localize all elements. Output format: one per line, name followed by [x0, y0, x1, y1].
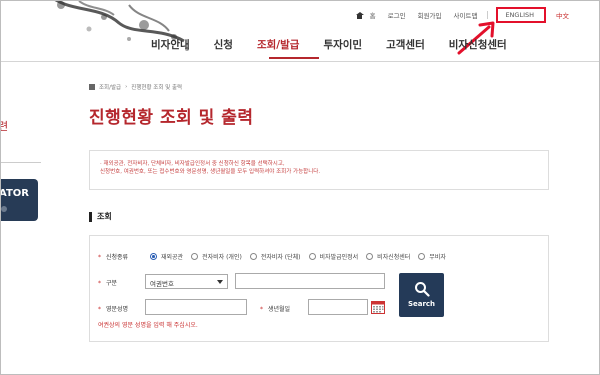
chevron-right-icon: ›	[125, 84, 128, 90]
radio-visa-certificate[interactable]: 비자발급인정서	[308, 252, 358, 261]
main-nav: 비자안내 신청 조회/발급 투자이민 고객센터 비자신청센터	[151, 37, 507, 52]
page-title: 진행현황 조회 및 출력	[89, 108, 254, 128]
search-form: * 신청종류 재외공관 전자비자 (개인) 전자비자 (단체) 비자발급인정서 비…	[89, 235, 549, 342]
active-nav-indicator	[269, 57, 319, 59]
english-link[interactable]: ENGLISH	[496, 7, 546, 23]
home-icon[interactable]	[89, 84, 95, 90]
type-label: * 신청종류	[98, 254, 129, 261]
section-title: 조회	[89, 211, 112, 222]
nav-inquiry[interactable]: 조회/발급	[257, 37, 299, 52]
dob-input[interactable]	[308, 299, 368, 315]
radio-evisa-individual[interactable]: 전자비자 (개인)	[191, 252, 242, 261]
search-button-label: Search	[407, 300, 436, 308]
type-radio-group: 재외공관 전자비자 (개인) 전자비자 (단체) 비자발급인정서 비자신청센터 …	[150, 252, 454, 261]
breadcrumb-item: 진행현황 조회 및 출력	[131, 85, 183, 91]
breadcrumb-item[interactable]: 조회/발급	[99, 83, 121, 91]
notice-line: 신청번호, 여권번호, 또는 접수번호와 영문성명, 생년월일을 모두 입력하셔…	[100, 169, 321, 175]
nav-visa-info[interactable]: 비자안내	[151, 37, 190, 52]
breadcrumb: 조회/발급 › 진행현황 조회 및 출력	[89, 83, 182, 91]
simulator-banner[interactable]: ATOR	[1, 179, 38, 221]
sitemap-link[interactable]: 사이트맵	[454, 10, 478, 20]
simulator-label: ATOR	[0, 188, 29, 199]
sidebar-divider	[1, 162, 41, 163]
sidebar-item[interactable]: 련	[1, 118, 8, 134]
divider	[487, 11, 489, 19]
banner-dot-icon	[1, 206, 7, 212]
search-icon	[414, 282, 430, 297]
nav-visa-center[interactable]: 비자신청센터	[449, 37, 507, 52]
notice-box: · 재외공관, 전자비자, 단체비자, 비자발급인정서 중 신청하신 항목을 선…	[89, 150, 549, 190]
name-hint: 여권상의 영문 성명을 입력 해 주십시오.	[98, 322, 198, 329]
chinese-link[interactable]: 中文	[556, 10, 569, 20]
home-link[interactable]: 홈	[370, 10, 376, 20]
home-icon[interactable]	[355, 11, 364, 19]
category-select[interactable]: 여권번호	[145, 274, 228, 289]
notice-line: · 재외공관, 전자비자, 단체비자, 비자발급인정서 중 신청하신 항목을 선…	[100, 161, 285, 167]
calendar-icon[interactable]	[371, 300, 385, 314]
search-button[interactable]: Search	[399, 273, 444, 317]
category-value: 여권번호	[150, 280, 174, 288]
radio-visa-center[interactable]: 비자신청센터	[366, 252, 410, 261]
nav-customer-center[interactable]: 고객센터	[386, 37, 425, 52]
chevron-down-icon	[217, 280, 223, 284]
dob-label: * 생년월일	[260, 306, 291, 313]
nav-apply[interactable]: 신청	[214, 37, 233, 52]
section-bar	[89, 211, 92, 222]
nav-investment-immigration[interactable]: 투자이민	[323, 37, 362, 52]
radio-overseas-mission[interactable]: 재외공관	[150, 252, 183, 261]
radio-visa-free[interactable]: 무비자	[418, 252, 446, 261]
category-label: * 구분	[98, 280, 118, 287]
section-title-text: 조회	[97, 212, 112, 221]
login-link[interactable]: 로그인	[388, 10, 406, 20]
document-number-input[interactable]	[235, 273, 385, 289]
name-label: * 영문성명	[98, 306, 129, 313]
browser-frame: 홈 로그인 회원가입 사이트맵 ENGLISH 中文 비자안내 신청 조회/발급…	[0, 0, 600, 375]
header-divider	[1, 61, 599, 62]
join-link[interactable]: 회원가입	[418, 10, 442, 20]
radio-evisa-group[interactable]: 전자비자 (단체)	[249, 252, 301, 261]
english-name-input[interactable]	[145, 299, 247, 315]
